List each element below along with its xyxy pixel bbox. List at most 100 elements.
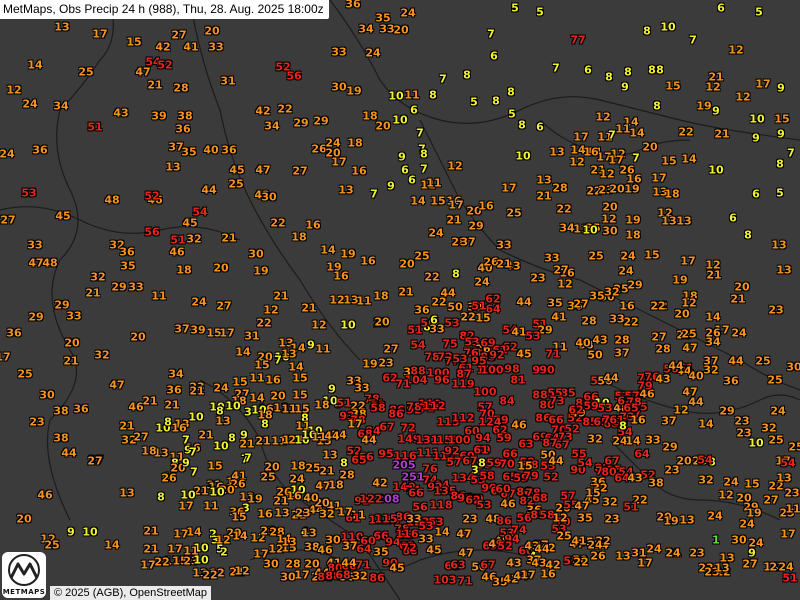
station-value: 21 (446, 213, 462, 227)
precipitation-map[interactable]: 36 35 24 5 5 6 5 13 17 27 20 33 34 20 7 8 10 7 77 15 42 41 33 3… (0, 0, 800, 600)
station-value: 8 (518, 118, 526, 132)
station-value: 23 (784, 486, 800, 500)
station-value: 45 (55, 209, 71, 223)
station-value: 25 (788, 440, 800, 454)
station-value: 33 (544, 251, 560, 265)
station-value: 37 (661, 414, 677, 428)
station-value: 17 (755, 77, 771, 91)
station-value: 25 (556, 529, 572, 543)
station-value: 15 (665, 79, 681, 93)
station-value: 28 (655, 342, 671, 356)
station-value: 14 (705, 310, 721, 324)
station-value: 9 (398, 150, 406, 164)
station-value: 47 (456, 527, 472, 541)
station-value: 9 (777, 81, 785, 95)
station-value: 24 (0, 147, 15, 161)
station-value: 48 (104, 193, 120, 207)
station-value: 47 (458, 546, 474, 560)
station-value: 14 (681, 152, 697, 166)
station-value: 20 (375, 119, 391, 133)
station-value: 54 (410, 338, 426, 352)
station-value: 20 (130, 330, 146, 344)
station-value: 12 (735, 90, 751, 104)
station-value: 21 (143, 542, 159, 556)
station-value: 13 (322, 448, 338, 462)
station-value: 32 (698, 473, 714, 487)
station-value: 20 (213, 261, 229, 275)
station-value: 12 (234, 564, 250, 578)
station-value: 16 (171, 421, 187, 435)
station-value: 33 (645, 433, 661, 447)
station-value: 24 (365, 46, 381, 60)
station-value: 90 (539, 363, 555, 377)
station-value: 52 (543, 470, 559, 484)
station-value: 103 (433, 573, 457, 587)
station-value: 45 (389, 561, 405, 575)
station-value: 21 (143, 524, 159, 538)
station-value: 20 (399, 257, 415, 271)
station-value: 8 (624, 65, 632, 79)
station-value: 13 (301, 526, 317, 540)
station-value: 22 (256, 316, 272, 330)
station-value: 19 (362, 357, 378, 371)
station-value: 16 (305, 218, 321, 232)
station-value: 18 (291, 230, 307, 244)
station-value: 18 (625, 228, 641, 242)
station-value: 64 (356, 542, 372, 556)
station-value: 53 (418, 519, 434, 533)
station-value: 36 (414, 303, 430, 317)
station-value: 25 (228, 177, 244, 191)
station-value: 119 (451, 377, 475, 391)
station-value: 24 (665, 546, 681, 560)
station-value: 10 (749, 112, 765, 126)
station-value: 30 (325, 533, 341, 547)
station-value: 23 (768, 303, 784, 317)
station-value: 36 (119, 245, 135, 259)
station-value: 38 (53, 431, 69, 445)
station-value: 100 (473, 385, 497, 399)
station-value: 23 (29, 415, 45, 429)
station-value: 12 (263, 303, 279, 317)
station-value: 27 (171, 28, 187, 42)
station-value: 94 (475, 431, 491, 445)
station-value: 15 (231, 510, 247, 524)
station-value: 10 (660, 20, 676, 34)
station-value: 68 (532, 491, 548, 505)
station-value: 8 (340, 456, 348, 470)
station-value: 6 (752, 187, 760, 201)
station-value: 22 (623, 315, 639, 329)
station-value: 22 (556, 202, 572, 216)
station-value: 22 (154, 555, 170, 569)
station-value: 64 (634, 447, 650, 461)
station-value: 53 (444, 316, 460, 330)
station-value: 27 (763, 493, 779, 507)
station-value: 35 (181, 145, 197, 159)
station-value: 46 (37, 488, 53, 502)
station-value: 118 (429, 498, 453, 512)
station-value: 95 (378, 447, 394, 461)
station-value: 11 (315, 342, 331, 356)
station-value: 39 (190, 323, 206, 337)
station-value: 57 (446, 455, 462, 469)
station-value: 30 (261, 190, 277, 204)
station-value: 32 (319, 507, 335, 521)
station-value: 67 (379, 420, 395, 434)
station-value: 17 (501, 181, 517, 195)
station-value: 17 (294, 568, 310, 582)
station-value: 54 (577, 456, 593, 470)
copyright-notice[interactable]: © 2025 (AGB), OpenStreetMap (50, 586, 212, 600)
station-value: 30 (786, 360, 800, 374)
station-value: 28 (173, 81, 189, 95)
station-value: 51 (623, 500, 639, 514)
station-value: 21 (189, 384, 205, 398)
station-value: 56 (412, 500, 428, 514)
station-value: 21 (255, 434, 271, 448)
station-value: 46 (128, 400, 144, 414)
station-value: 34 (168, 367, 184, 381)
station-value: 18 (290, 459, 306, 473)
station-value: 43 (506, 556, 522, 570)
station-value: 24 (22, 97, 38, 111)
station-value: 21 (221, 231, 237, 245)
station-value: 42 (155, 40, 171, 54)
station-value: 70 (499, 457, 515, 471)
